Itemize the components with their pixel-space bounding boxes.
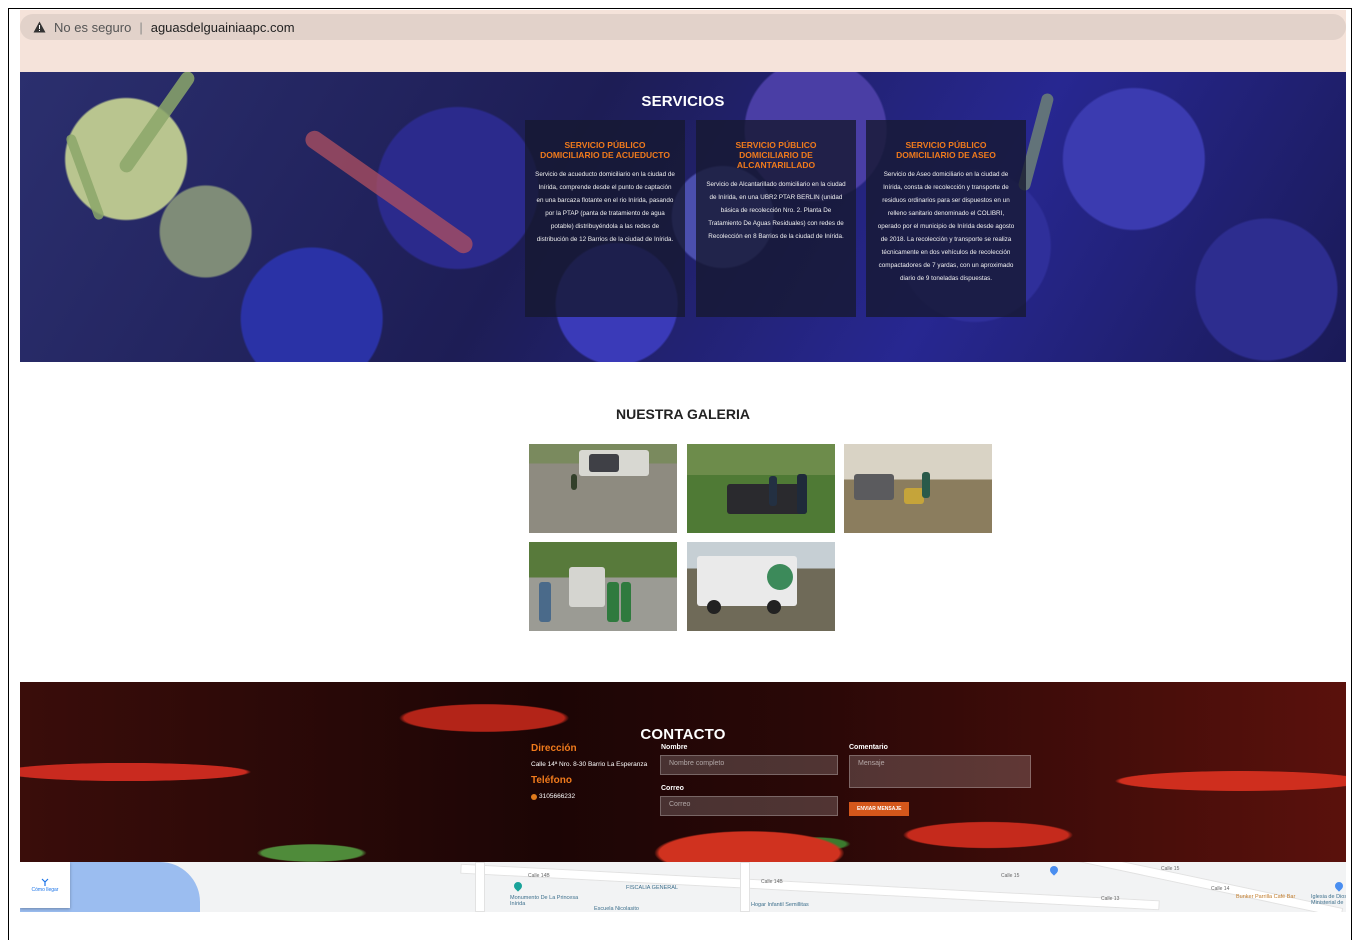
service-card-body: Servicio de Aseo domiciliario en la ciud… — [877, 171, 1015, 282]
name-label: Nombre — [661, 744, 688, 751]
map-place[interactable]: Iglesia de Dios Ministerial de — [1311, 894, 1346, 906]
contact-title: CONTACTO — [640, 726, 726, 743]
road-label: Calle 15 — [1161, 866, 1180, 872]
gallery-photo[interactable] — [844, 444, 992, 533]
security-status[interactable]: No es seguro — [54, 20, 131, 35]
comment-textarea[interactable]: Mensaje — [849, 755, 1031, 788]
service-card-alcantarillado: SERVICIO PÚBLICO DOMICILIARIO DE ALCANTA… — [696, 120, 856, 317]
services-title: SERVICIOS — [641, 93, 725, 110]
service-card-aseo: SERVICIO PÚBLICO DOMICILIARIO DE ASEO Se… — [866, 120, 1026, 317]
map-road — [475, 862, 485, 912]
map-place[interactable]: Bunker Parrilla Café Bar — [1236, 894, 1295, 900]
browser-toolbar: No es seguro | aguasdelguainiaapc.com — [20, 10, 1346, 72]
phone-label: Teléfono — [531, 775, 572, 786]
gallery-photo[interactable] — [529, 542, 677, 631]
service-card-title: SERVICIO PÚBLICO DOMICILIARIO DE ASEO — [896, 140, 996, 160]
map-place[interactable]: Monumento De La Princesa Inírida — [510, 895, 580, 907]
comment-label: Comentario — [849, 744, 888, 751]
road-label: Calle 15 — [1001, 873, 1020, 879]
directions-icon — [41, 878, 49, 886]
whatsapp-icon — [531, 793, 537, 800]
warning-icon[interactable] — [32, 20, 46, 34]
map-pin-icon[interactable] — [1048, 864, 1060, 876]
phone-text: 3105666232 — [539, 793, 576, 800]
map-road — [740, 862, 750, 912]
service-card-title: SERVICIO PÚBLICO DOMICILIARIO DE ACUEDUC… — [540, 140, 670, 160]
name-input[interactable]: Nombre completo — [660, 755, 838, 775]
grape-stem — [301, 127, 477, 257]
send-message-button[interactable]: ENVIAR MENSAJE — [849, 802, 910, 816]
service-card-body: Servicio de Alcantarillado domiciliario … — [706, 181, 846, 240]
map-pin-icon[interactable] — [1333, 880, 1345, 892]
url-separator: | — [139, 19, 143, 35]
map-place[interactable]: Hogar Infantil Semillitas — [751, 902, 809, 908]
service-card-body: Servicio de acueducto domiciliario en la… — [535, 171, 675, 243]
gallery-title: NUESTRA GALERIA — [615, 406, 751, 422]
email-input[interactable]: Correo — [660, 796, 838, 816]
service-card-acueducto: SERVICIO PÚBLICO DOMICILIARIO DE ACUEDUC… — [525, 120, 685, 317]
directions-button[interactable]: Cómo llegar — [20, 862, 70, 908]
map-pin-icon[interactable] — [512, 880, 524, 892]
road-label: Calle 14B — [528, 873, 550, 879]
url-text[interactable]: aguasdelguainiaapc.com — [151, 20, 295, 35]
map-place[interactable]: FISCALIA GENERAL — [626, 885, 678, 891]
email-label: Correo — [661, 785, 684, 792]
contact-section: CONTACTO Dirección Calle 14ª Nro. 8-30 B… — [20, 682, 1346, 862]
gallery-photo[interactable] — [687, 444, 835, 533]
gallery-photo[interactable] — [687, 542, 835, 631]
directions-label: Cómo llegar — [31, 887, 59, 893]
service-card-title: SERVICIO PÚBLICO DOMICILIARIO DE ALCANTA… — [735, 140, 817, 170]
address-label: Dirección — [531, 743, 577, 754]
grape-stem — [116, 72, 198, 176]
address-bar[interactable]: No es seguro | aguasdelguainiaapc.com — [20, 14, 1346, 40]
map-embed[interactable]: Calle 14B Calle 14B Calle 15 Calle 15 Ca… — [20, 862, 1346, 912]
road-label: Calle 14B — [761, 879, 783, 885]
address-text: Calle 14ª Nro. 8-30 Barrio La Esperanza — [531, 761, 648, 768]
grape-stem — [64, 133, 106, 221]
road-label: Calle 14 — [1211, 886, 1230, 892]
gallery-photo[interactable] — [529, 444, 677, 533]
road-label: Calle 13 — [1101, 896, 1120, 902]
services-section: SERVICIOS SERVICIO PÚBLICO DOMICILIARIO … — [20, 72, 1346, 362]
map-place[interactable]: Escuela Nicolasito — [594, 906, 639, 912]
phone-row[interactable]: 3105666232 — [531, 793, 575, 800]
